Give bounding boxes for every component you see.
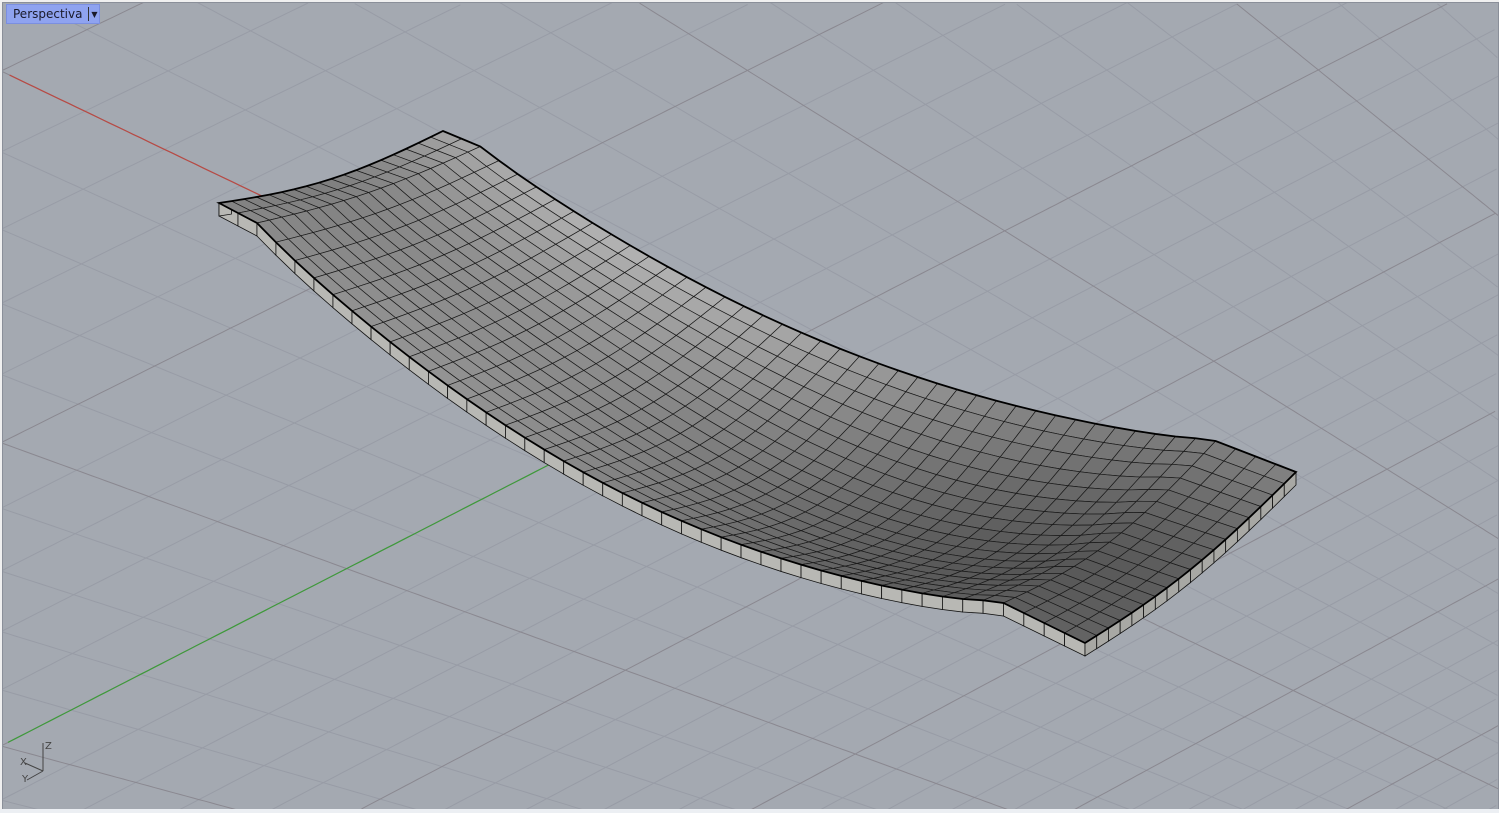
grid-line-minor <box>1127 3 1498 288</box>
grid-line-minor <box>1016 3 1498 356</box>
grid-line-minor <box>3 631 586 810</box>
surface-edge-face <box>962 598 984 614</box>
grid-line-minor <box>3 571 739 810</box>
z-axis-label: Z <box>45 741 52 752</box>
grid-line-minor <box>1293 698 1496 810</box>
grid-line-minor <box>1437 3 1498 58</box>
perspective-viewport[interactable]: Perspectiva ▼ Z X Y <box>2 2 1499 811</box>
grid-line-minor <box>3 3 309 152</box>
grid-line-minor <box>1242 669 1497 810</box>
y-axis-label: Y <box>21 774 29 783</box>
status-strip <box>0 809 1499 813</box>
grid-line-minor <box>1337 3 1498 140</box>
viewport-name[interactable]: Perspectiva <box>7 7 88 21</box>
viewport-title-tab[interactable]: Perspectiva ▼ <box>6 4 101 24</box>
grid-line-minor <box>1187 639 1498 810</box>
grid-line-major <box>1236 3 1498 217</box>
dropdown-arrow-icon[interactable]: ▼ <box>88 7 99 21</box>
grid-line-minor <box>1130 609 1498 810</box>
axis-orientation-icon: Z X Y <box>20 741 52 783</box>
wavy-surface-object[interactable] <box>216 130 1298 657</box>
viewport-scene[interactable] <box>3 3 1498 810</box>
x-axis-label: X <box>20 757 27 768</box>
